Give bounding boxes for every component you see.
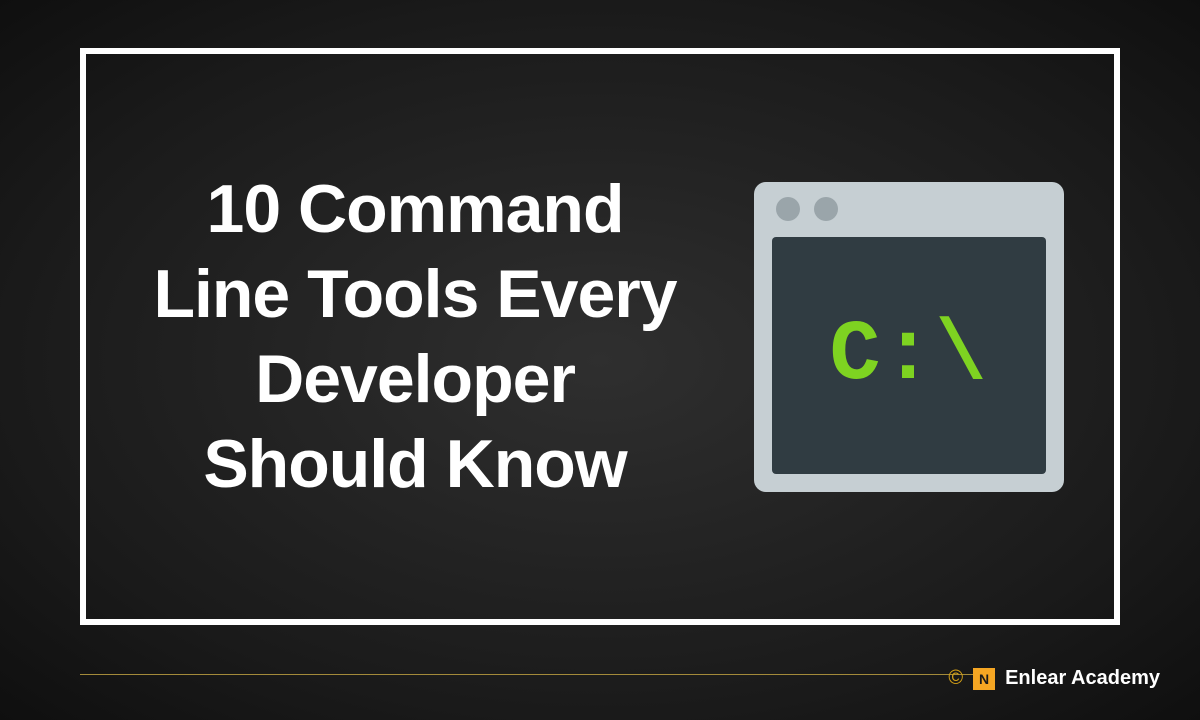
content-frame: 10 Command Line Tools Every Developer Sh… xyxy=(80,48,1120,625)
window-dot-icon xyxy=(776,197,800,221)
footer: © N Enlear Academy xyxy=(948,667,1160,690)
window-dot-icon xyxy=(814,197,838,221)
terminal-titlebar xyxy=(754,182,1064,237)
brand-name: Enlear Academy xyxy=(1005,667,1160,690)
terminal-prompt: C:\ xyxy=(829,307,988,404)
terminal-body: C:\ xyxy=(772,237,1046,474)
divider-line xyxy=(80,674,985,675)
main-title: 10 Command Line Tools Every Developer Sh… xyxy=(136,167,694,507)
copyright-icon: © xyxy=(948,667,963,690)
brand-logo-icon: N xyxy=(973,668,995,690)
terminal-icon: C:\ xyxy=(754,182,1064,492)
